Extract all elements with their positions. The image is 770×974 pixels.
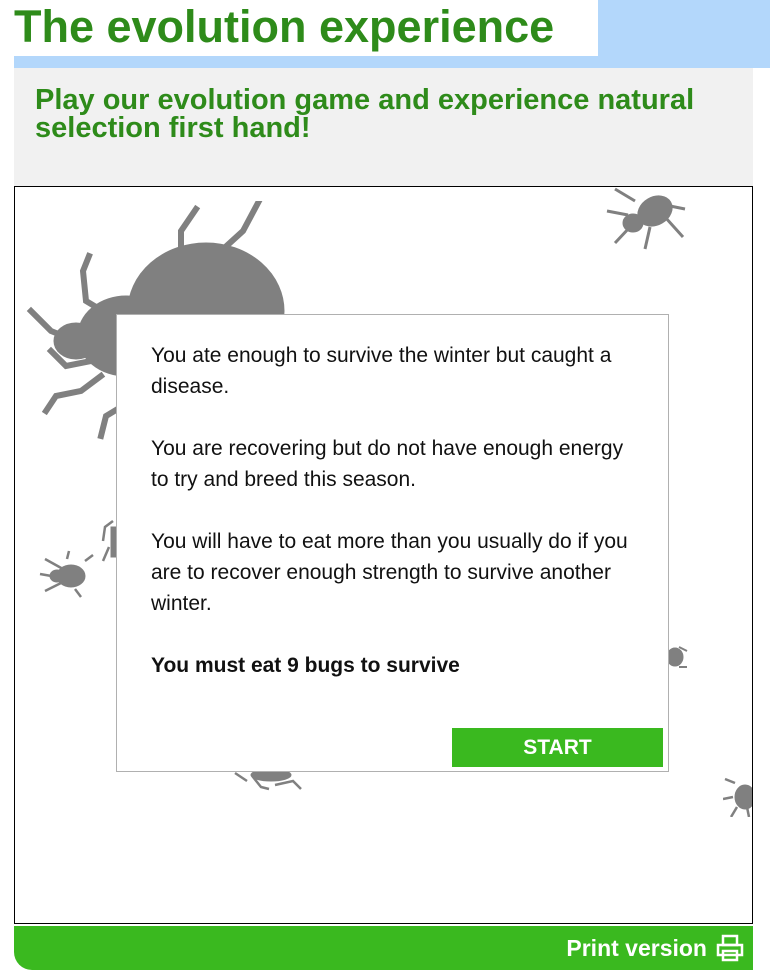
survival-goal: You must eat 9 bugs to survive bbox=[151, 654, 460, 677]
print-version-link[interactable]: Print version bbox=[566, 930, 745, 966]
small-bug-sprite[interactable] bbox=[35, 549, 95, 599]
page-subtitle: Play our evolution game and experience n… bbox=[35, 84, 695, 144]
dialog-message-1: You ate enough to survive the winter but… bbox=[151, 344, 612, 398]
subtitle-panel: Play our evolution game and experience n… bbox=[14, 68, 753, 186]
print-version-label: Print version bbox=[566, 934, 707, 961]
start-button[interactable]: START bbox=[452, 728, 663, 767]
header: The evolution experience bbox=[14, 0, 770, 68]
small-bug-sprite[interactable] bbox=[595, 187, 690, 257]
small-bug-sprite[interactable] bbox=[667, 643, 691, 671]
small-bug-sprite[interactable] bbox=[723, 777, 753, 817]
dialog-message-2: You are recovering but do not have enoug… bbox=[151, 437, 624, 491]
small-bug-sprite[interactable] bbox=[233, 771, 303, 797]
footer-bar: Print version bbox=[14, 926, 753, 970]
printer-icon bbox=[716, 934, 744, 962]
title-accent-strip bbox=[14, 56, 770, 68]
dialog-message-3: You will have to eat more than you usual… bbox=[151, 530, 628, 615]
message-dialog: You ate enough to survive the winter but… bbox=[116, 314, 669, 772]
page-title: The evolution experience bbox=[14, 1, 555, 52]
